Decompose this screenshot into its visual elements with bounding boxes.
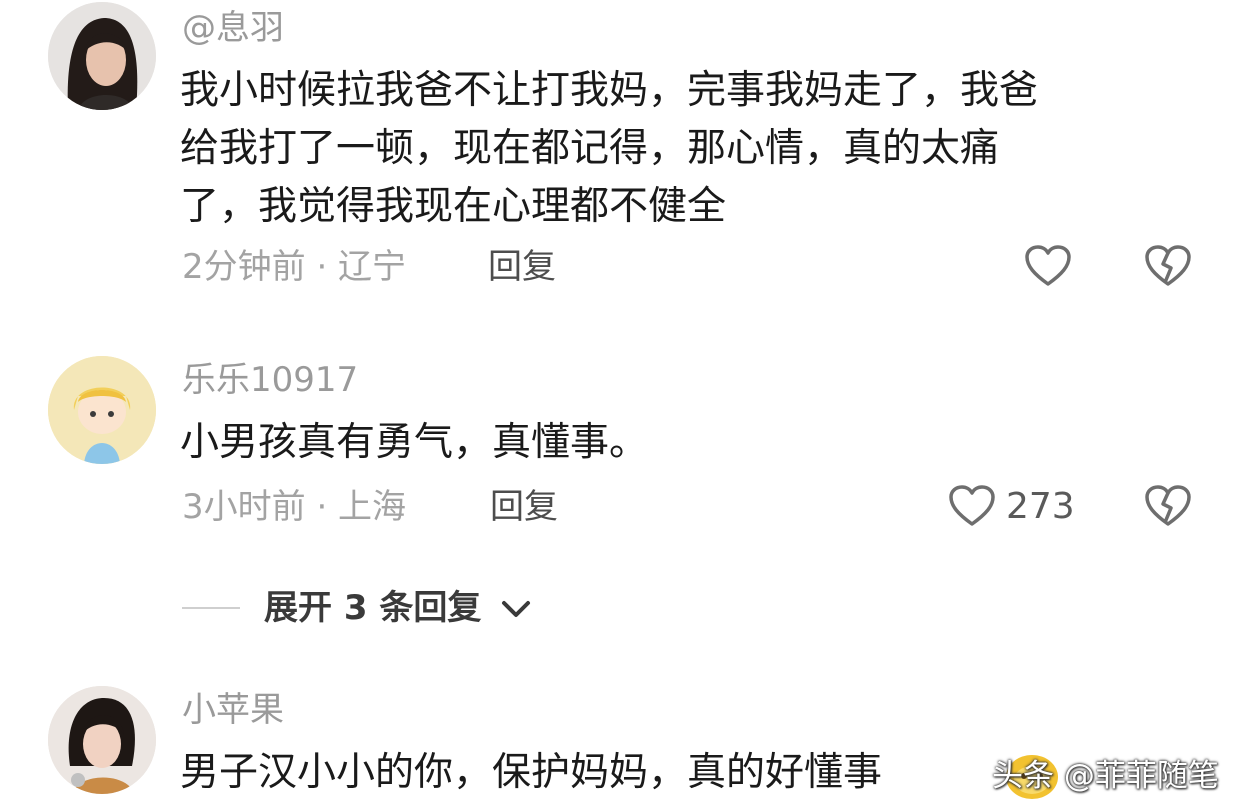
- comment-text: 我小时候拉我爸不让打我妈，完事我妈走了，我爸: [180, 68, 1039, 113]
- woman-portrait-avatar-icon: [48, 2, 156, 110]
- reply-button[interactable]: 回复: [490, 487, 558, 527]
- like-count: 273: [1006, 486, 1075, 527]
- heart-icon[interactable]: [948, 484, 996, 528]
- woman-portrait-avatar-icon: [48, 686, 156, 794]
- comment-text: 了，我觉得我现在心理都不健全: [180, 184, 727, 229]
- avatar[interactable]: [48, 2, 156, 110]
- avatar[interactable]: [48, 356, 156, 464]
- username[interactable]: 乐乐10917: [182, 360, 358, 400]
- watermark: 头条 @菲菲随笔: [992, 758, 1219, 794]
- heart-icon[interactable]: [1024, 244, 1072, 288]
- expand-replies-button[interactable]: 展开 3 条回复: [264, 588, 481, 628]
- broken-heart-icon[interactable]: [1144, 484, 1192, 528]
- avatar[interactable]: [48, 686, 156, 794]
- username[interactable]: @息羽: [182, 8, 284, 48]
- comment-text: 男子汉小小的你，保护妈妈，真的好懂事: [180, 750, 883, 795]
- comment-meta: 2分钟前 · 辽宁: [182, 247, 407, 287]
- comment-meta: 3小时前 · 上海: [182, 487, 407, 527]
- divider: [182, 607, 240, 609]
- chevron-down-icon[interactable]: [500, 598, 532, 620]
- broken-heart-icon[interactable]: [1144, 244, 1192, 288]
- username[interactable]: 小苹果: [182, 690, 284, 730]
- reply-button[interactable]: 回复: [488, 247, 556, 287]
- cartoon-girl-avatar-icon: [48, 356, 156, 464]
- comment-text: 小男孩真有勇气，真懂事。: [180, 420, 649, 465]
- comment-text: 给我打了一顿，现在都记得，那心情，真的太痛: [180, 126, 1000, 171]
